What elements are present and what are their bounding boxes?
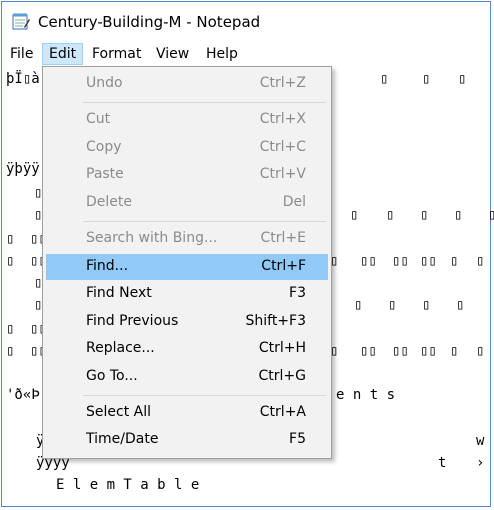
menu-file[interactable]: File: [4, 43, 39, 65]
menu-format[interactable]: Format: [86, 43, 147, 65]
menu-view[interactable]: View: [150, 43, 195, 65]
editor-glyph: ▯: [386, 207, 395, 223]
editor-glyph: ▯: [388, 297, 397, 313]
editor-glyph: ›: [476, 455, 485, 471]
notepad-app-icon: [12, 13, 30, 30]
editor-glyph: ▯: [354, 297, 363, 313]
menu-item-cut[interactable]: Cut Ctrl+X: [46, 107, 328, 133]
menu-item-label: Go To...: [86, 368, 138, 384]
menu-item-shortcut: Ctrl+C: [259, 139, 306, 155]
menu-item-label: Time/Date: [86, 431, 159, 447]
menu-item-shortcut: Ctrl+F: [261, 258, 306, 274]
menu-item-select-all[interactable]: Select All Ctrl+A: [46, 400, 328, 426]
menu-item-replace[interactable]: Replace... Ctrl+H: [46, 336, 328, 362]
menu-item-undo[interactable]: Undo Ctrl+Z: [46, 71, 328, 97]
menu-item-label: Find Previous: [86, 313, 179, 329]
menu-help[interactable]: Help: [200, 43, 244, 65]
menu-item-search-with-bing[interactable]: Search with Bing... Ctrl+E: [46, 226, 328, 252]
menu-item-shortcut: Ctrl+V: [259, 166, 306, 182]
editor-glyph: t: [438, 455, 447, 471]
editor-glyph: ▯: [450, 343, 459, 359]
menu-item-shortcut: Ctrl+G: [258, 368, 307, 384]
menu-item-find[interactable]: Find... Ctrl+F: [46, 254, 328, 280]
menu-item-shortcut: F5: [289, 431, 306, 447]
menu-item-label: Delete: [86, 194, 132, 210]
editor-glyph: ▯: [450, 253, 459, 269]
menu-item-shortcut: Shift+F3: [245, 313, 306, 329]
menu-item-shortcut: Ctrl+E: [260, 230, 307, 246]
editor-glyph: ▯: [454, 207, 463, 223]
menu-item-label: Paste: [86, 166, 124, 182]
menu-item-shortcut: Ctrl+H: [258, 340, 306, 356]
editor-glyph: ▯: [420, 207, 429, 223]
menu-separator: [83, 102, 326, 103]
menu-item-copy[interactable]: Copy Ctrl+C: [46, 135, 328, 161]
menu-edit[interactable]: Edit: [42, 43, 83, 65]
notepad-window: Century-Building-M - Notepad File Edit F…: [1, 1, 494, 507]
menu-item-label: Find...: [86, 258, 129, 274]
menu-item-label: Undo: [86, 75, 123, 91]
menu-item-label: Cut: [86, 111, 111, 127]
editor-glyph: ▯: [350, 207, 359, 223]
editor-glyph: ▯▯: [360, 253, 377, 269]
menu-item-label: Find Next: [86, 285, 152, 301]
menu-item-paste[interactable]: Paste Ctrl+V: [46, 162, 328, 188]
editor-glyph: ▯: [6, 231, 15, 247]
menu-item-shortcut: Del: [282, 194, 306, 210]
editor-glyph: ▯: [422, 71, 431, 87]
editor-glyph: ▯: [458, 71, 467, 87]
editor-glyph: ▯: [488, 207, 494, 223]
editor-glyph: w: [476, 433, 485, 449]
editor-glyph: ▯▯: [420, 253, 437, 269]
menu-item-label: Select All: [86, 404, 151, 420]
menu-item-find-next[interactable]: Find Next F3: [46, 281, 328, 307]
editor-glyph: ▯▯: [392, 253, 409, 269]
menu-item-find-previous[interactable]: Find Previous Shift+F3: [46, 309, 328, 335]
menu-separator: [83, 395, 326, 396]
editor-line: 'ð«Þ: [6, 387, 40, 403]
menu-item-shortcut: F3: [289, 285, 306, 301]
menu-item-label: Search with Bing...: [86, 230, 218, 246]
editor-glyph: ▯: [422, 297, 431, 313]
editor-glyph: ▯: [456, 297, 465, 313]
editor-glyph: ▯: [6, 253, 15, 269]
editor-text: e n t s: [336, 387, 396, 403]
window-title: Century-Building-M - Notepad: [38, 13, 261, 31]
editor-line: ÿþÿÿ: [6, 161, 40, 177]
title-bar[interactable]: Century-Building-M - Notepad: [2, 2, 490, 40]
editor-glyph: ▯: [6, 343, 15, 359]
menu-bar: File Edit Format View Help: [2, 42, 490, 66]
menu-item-shortcut: Ctrl+A: [259, 404, 306, 420]
editor-glyph: ▯▯: [360, 343, 377, 359]
edit-dropdown-menu: Undo Ctrl+Z Cut Ctrl+X Copy Ctrl+C Paste…: [42, 66, 332, 459]
editor-line: þÏ▯à: [6, 71, 40, 87]
editor-line: E l e m T a b l e: [56, 477, 200, 493]
editor-glyph: ▯: [380, 71, 389, 87]
menu-item-time-date[interactable]: Time/Date F5: [46, 427, 328, 453]
editor-glyph: ▯▯: [420, 343, 437, 359]
menu-item-delete[interactable]: Delete Del: [46, 190, 328, 216]
editor-glyph: ▯: [476, 253, 485, 269]
menu-item-go-to[interactable]: Go To... Ctrl+G: [46, 364, 328, 390]
menu-separator: [83, 221, 326, 222]
menu-item-label: Replace...: [86, 340, 155, 356]
menu-item-shortcut: Ctrl+X: [259, 111, 306, 127]
editor-glyph: ▯: [6, 321, 15, 337]
editor-glyph: ▯▯: [392, 343, 409, 359]
menu-item-shortcut: Ctrl+Z: [259, 75, 306, 91]
menu-item-label: Copy: [86, 139, 122, 155]
editor-glyph: ▯: [476, 343, 485, 359]
